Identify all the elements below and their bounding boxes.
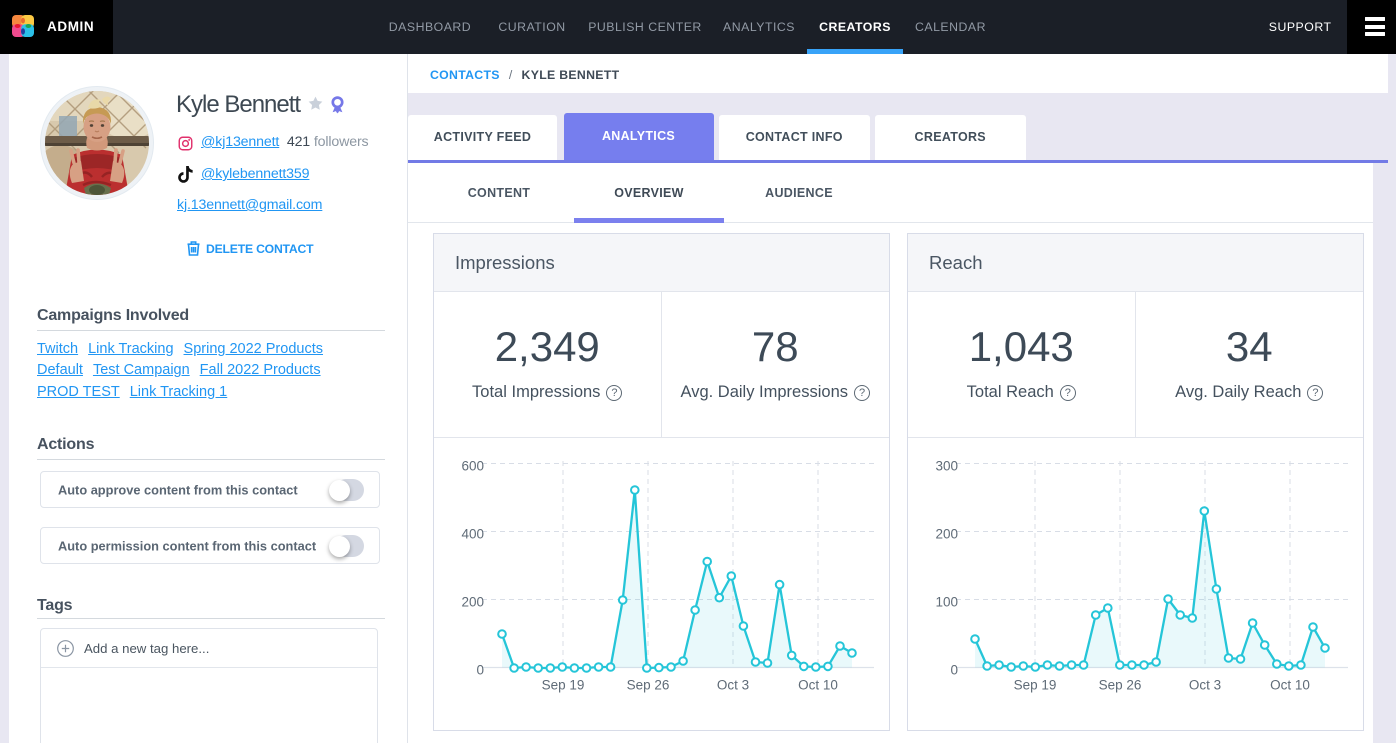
svg-text:100: 100: [935, 595, 958, 610]
svg-text:Sep 26: Sep 26: [1099, 678, 1142, 693]
svg-text:Oct 10: Oct 10: [798, 678, 838, 693]
svg-text:400: 400: [461, 527, 484, 542]
svg-text:Sep 19: Sep 19: [542, 678, 585, 693]
svg-text:600: 600: [461, 459, 484, 474]
svg-text:Oct 3: Oct 3: [1189, 678, 1221, 693]
svg-text:200: 200: [461, 595, 484, 610]
svg-text:300: 300: [935, 459, 958, 474]
svg-text:Oct 10: Oct 10: [1270, 678, 1310, 693]
svg-text:Sep 19: Sep 19: [1014, 678, 1057, 693]
svg-text:Sep 26: Sep 26: [627, 678, 670, 693]
svg-text:0: 0: [950, 663, 958, 678]
svg-text:200: 200: [935, 527, 958, 542]
svg-text:0: 0: [476, 663, 484, 678]
svg-text:Oct 3: Oct 3: [717, 678, 749, 693]
